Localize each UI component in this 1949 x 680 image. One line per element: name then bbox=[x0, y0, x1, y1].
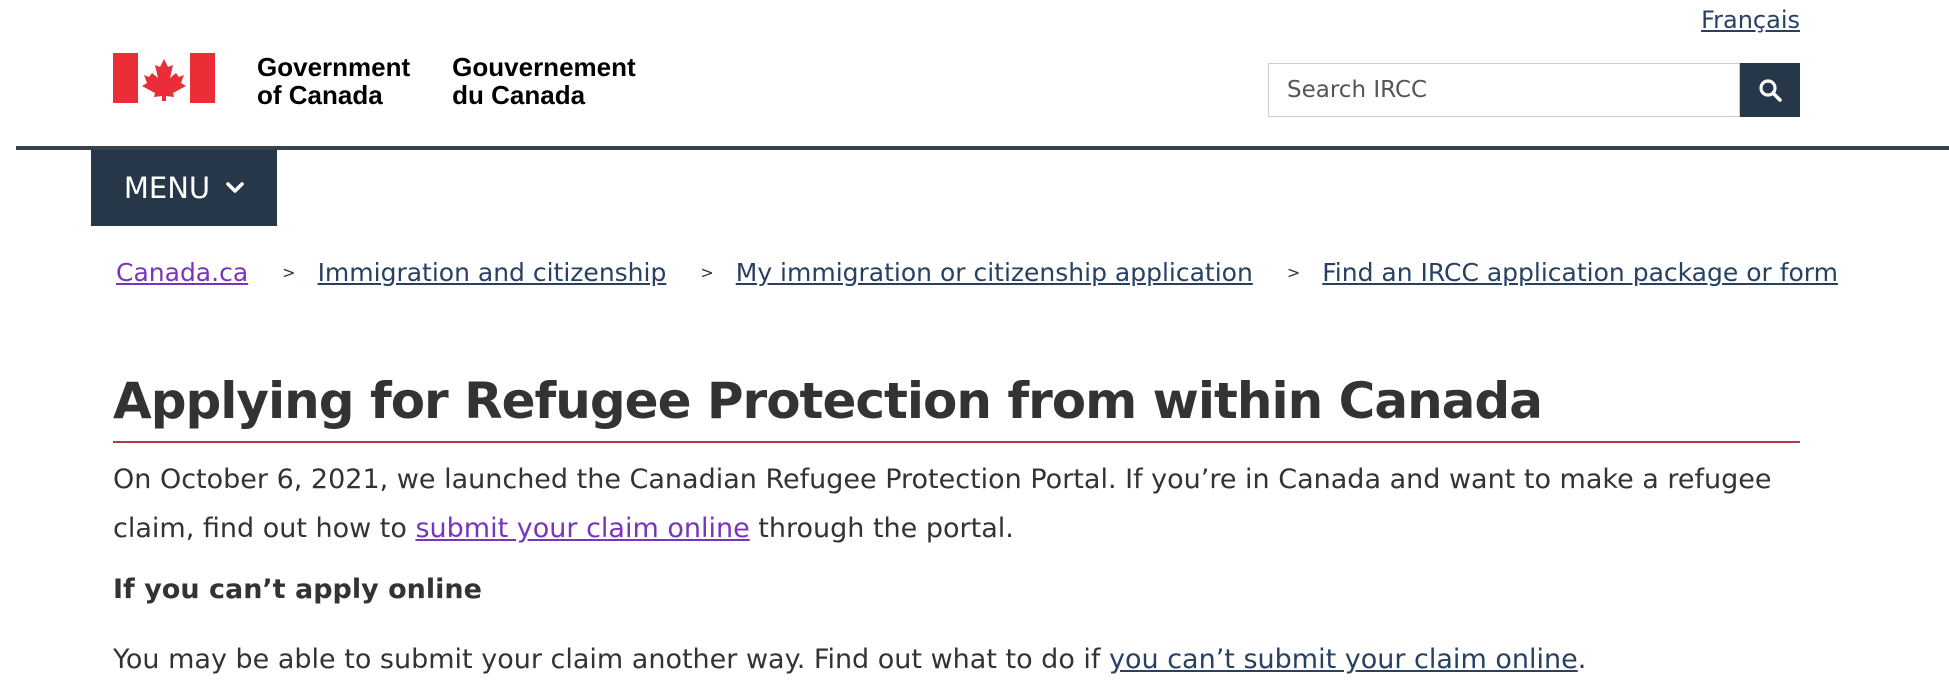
language-toggle-link[interactable]: Français bbox=[1701, 6, 1800, 34]
alt-text-before: You may be able to submit your claim ano… bbox=[113, 644, 1110, 675]
alternative-paragraph: You may be able to submit your claim ano… bbox=[113, 640, 1586, 680]
cant-apply-online-heading: If you can’t apply online bbox=[113, 574, 482, 605]
breadcrumb-separator: > bbox=[1286, 263, 1301, 282]
intro-text-after: through the portal. bbox=[749, 513, 1014, 544]
chevron-down-icon bbox=[226, 182, 244, 194]
cant-submit-online-link[interactable]: you can’t submit your claim online bbox=[1109, 644, 1578, 675]
submit-claim-online-link[interactable]: submit your claim online bbox=[415, 513, 749, 544]
search-button[interactable] bbox=[1740, 63, 1800, 117]
breadcrumb-find-package[interactable]: Find an IRCC application package or form bbox=[1322, 258, 1838, 287]
government-of-canada-logo[interactable]: Government of Canada Gouvernement du Can… bbox=[113, 53, 678, 109]
breadcrumb-separator: > bbox=[282, 263, 296, 282]
breadcrumb: Canada.ca > Immigration and citizenship … bbox=[116, 258, 1838, 287]
intro-paragraph: On October 6, 2021, we launched the Cana… bbox=[113, 455, 1803, 553]
breadcrumb-immigration-citizenship[interactable]: Immigration and citizenship bbox=[318, 258, 667, 287]
menu-button[interactable]: MENU bbox=[91, 150, 277, 226]
header-divider bbox=[16, 146, 1949, 150]
canada-flag-icon bbox=[113, 53, 215, 103]
page-title: Applying for Refugee Protection from wit… bbox=[113, 370, 1800, 443]
breadcrumb-canada-ca[interactable]: Canada.ca bbox=[116, 258, 248, 287]
alt-text-after: . bbox=[1577, 644, 1587, 675]
search-input[interactable] bbox=[1268, 63, 1740, 117]
gov-fr-line1: Gouvernement bbox=[452, 52, 636, 82]
breadcrumb-my-application[interactable]: My immigration or citizenship applicatio… bbox=[736, 258, 1253, 287]
gov-en-line1: Government bbox=[257, 52, 411, 82]
government-wordmark: Government of Canada Gouvernement du Can… bbox=[257, 53, 678, 109]
breadcrumb-separator: > bbox=[700, 263, 714, 282]
menu-label: MENU bbox=[123, 171, 211, 205]
gov-fr-line2: du Canada bbox=[452, 80, 586, 110]
gov-en-line2: of Canada bbox=[257, 80, 383, 110]
search-icon bbox=[1759, 79, 1782, 102]
search-form bbox=[1268, 63, 1800, 117]
